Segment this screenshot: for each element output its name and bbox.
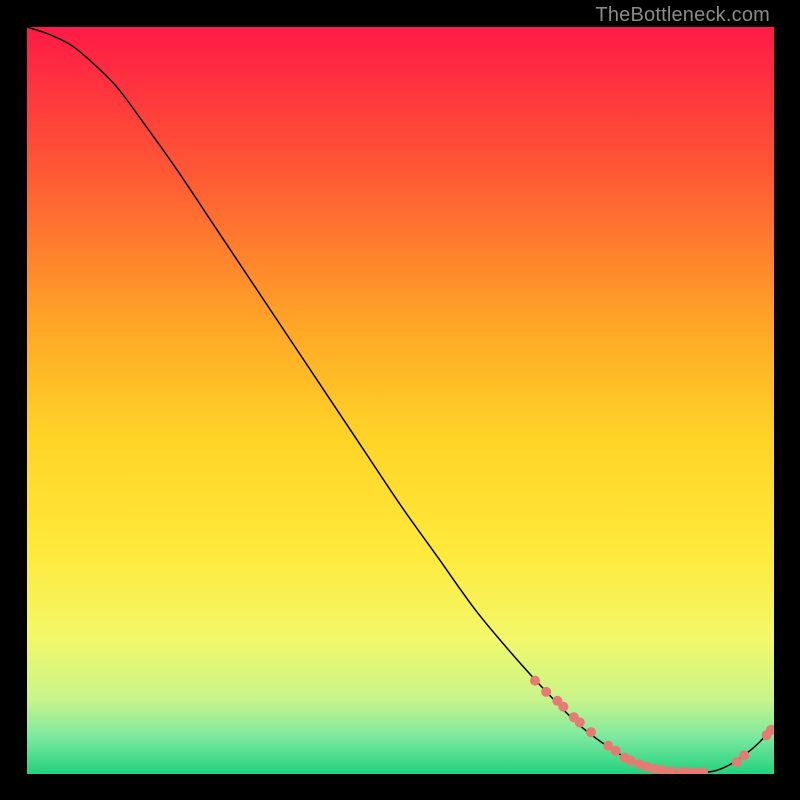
gradient-background (27, 27, 774, 774)
model-point (586, 727, 596, 737)
model-point (558, 702, 568, 712)
model-point (575, 717, 585, 727)
chart-stage: TheBottleneck.com (0, 0, 800, 800)
model-point (611, 746, 621, 756)
model-point (530, 676, 540, 686)
plot-area (27, 27, 774, 774)
watermark-label: TheBottleneck.com (595, 4, 770, 27)
chart-svg (27, 27, 774, 774)
model-point (541, 687, 551, 697)
model-point (626, 756, 636, 766)
model-point (739, 750, 749, 760)
model-point (732, 757, 742, 767)
